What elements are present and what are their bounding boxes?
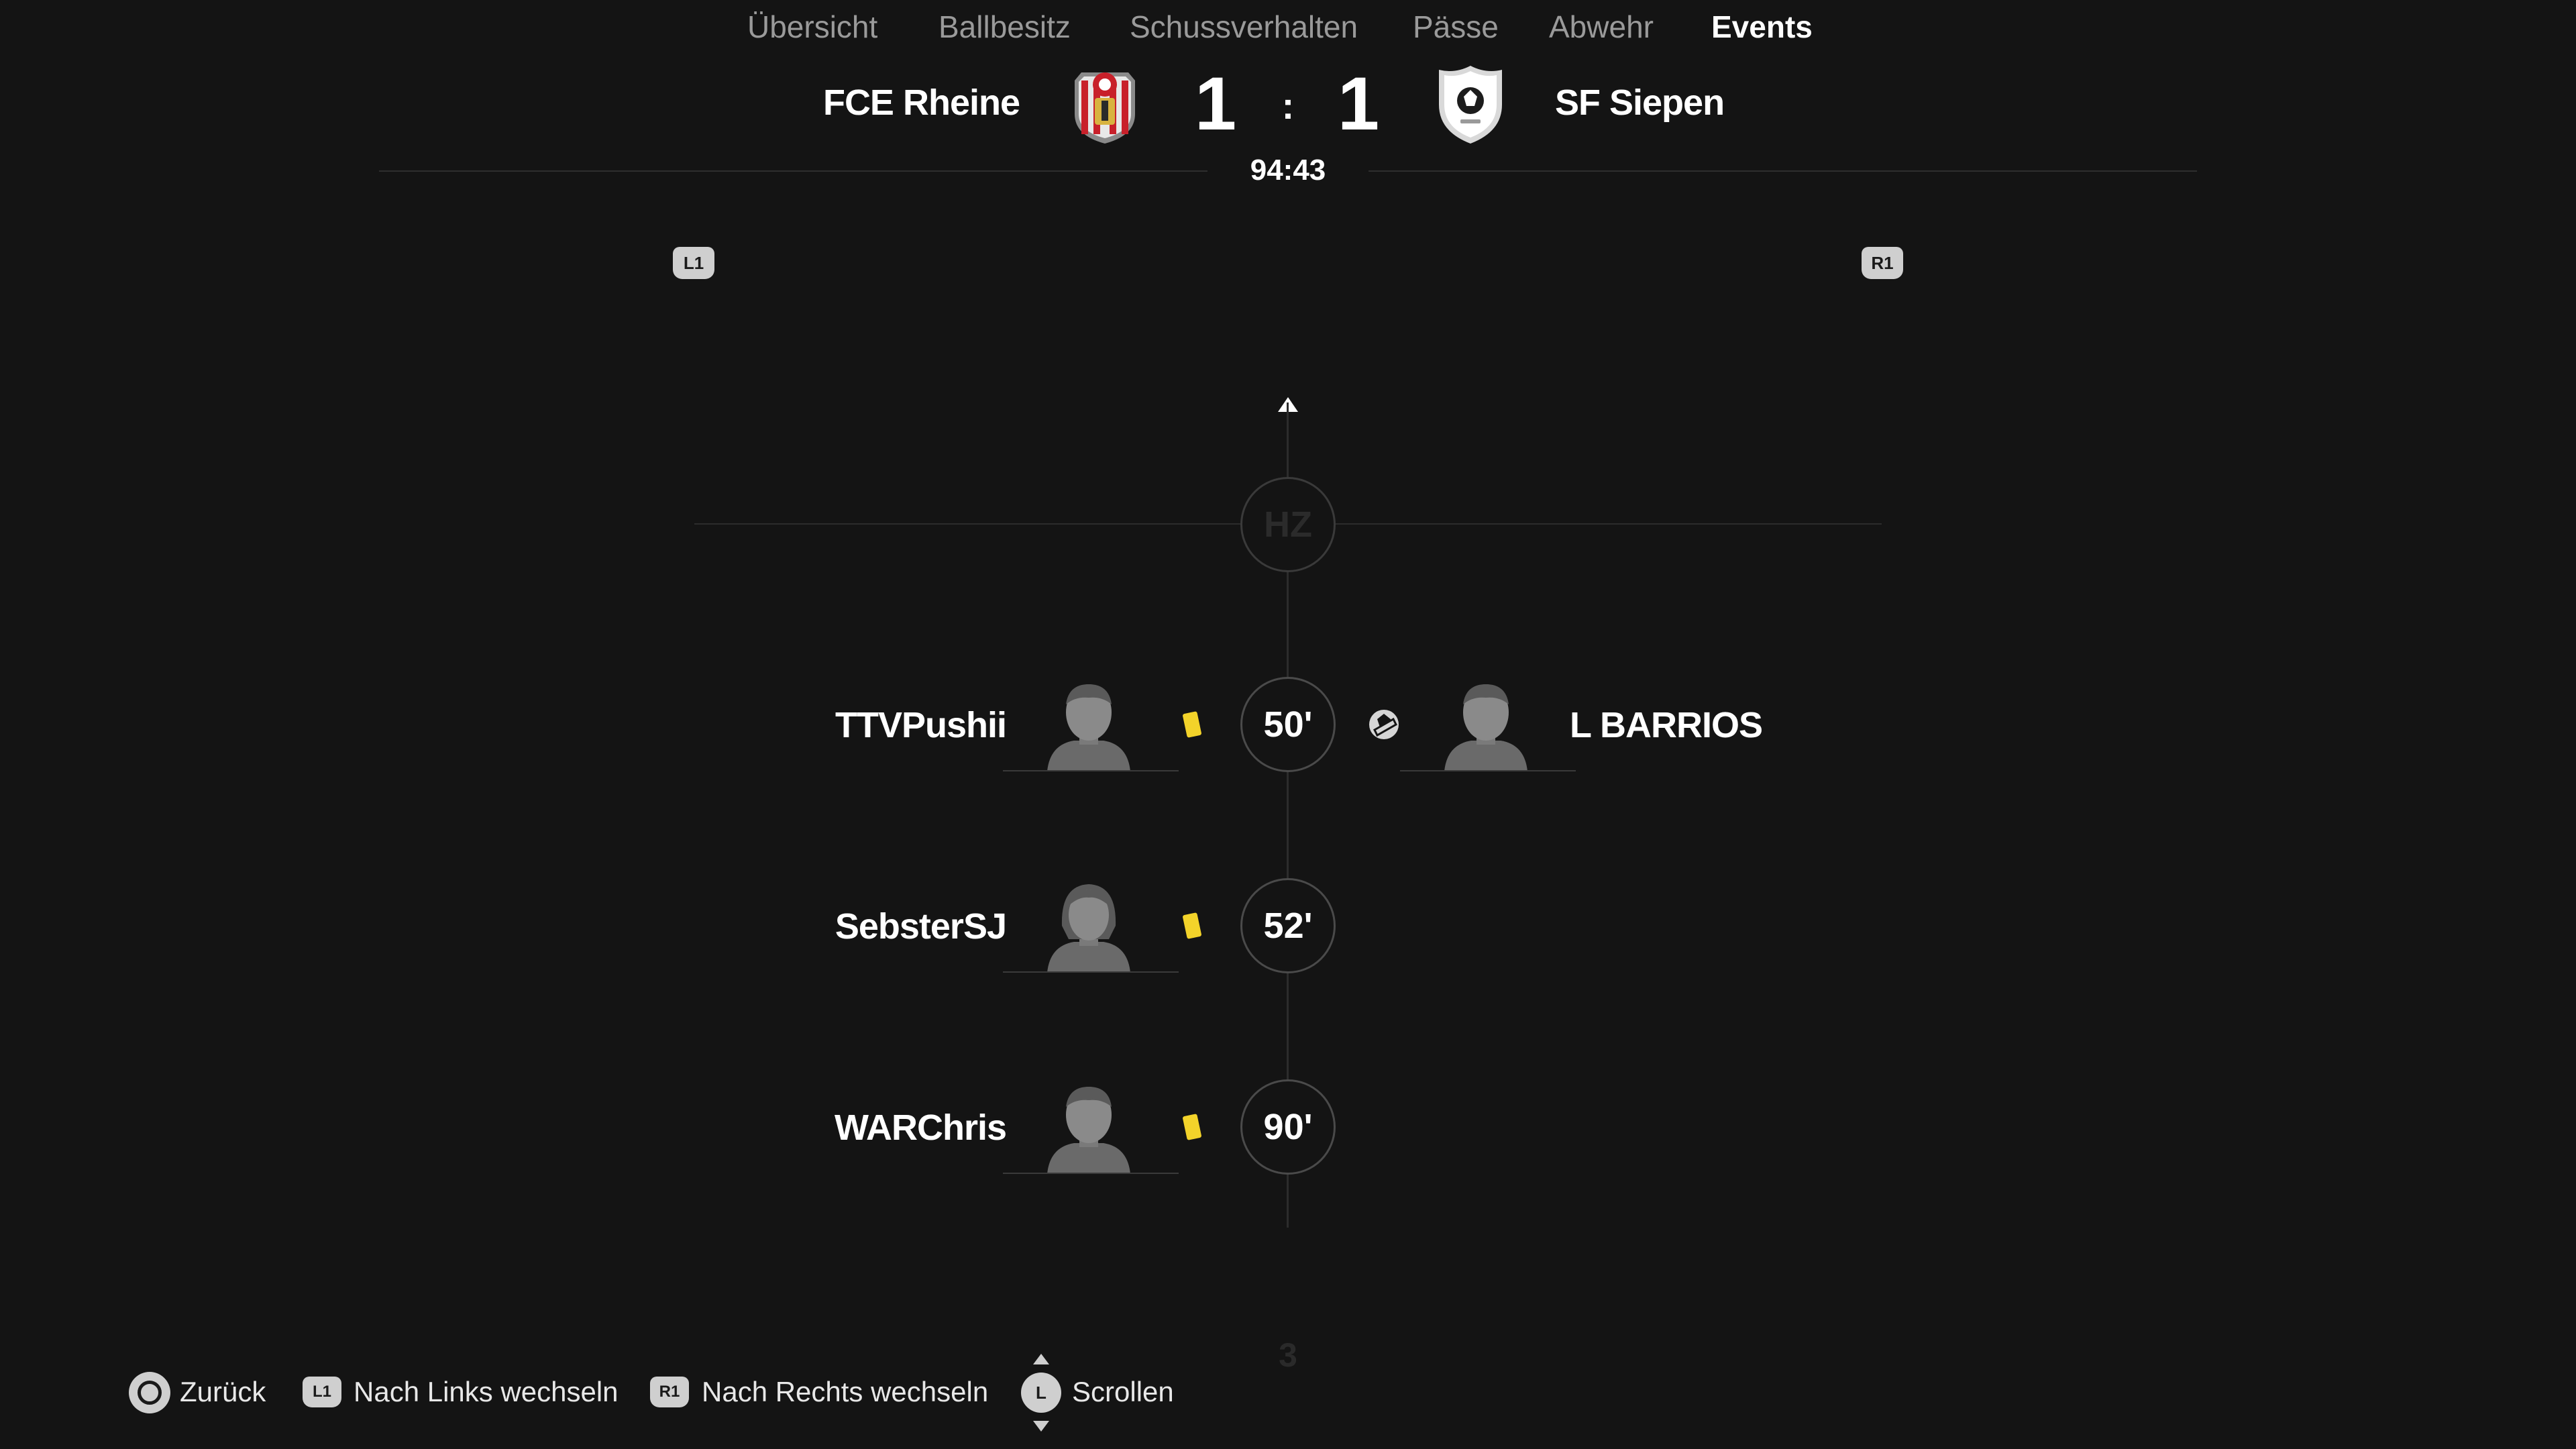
tab-events[interactable]: Events xyxy=(1711,0,1813,54)
away-team-name: SF Siepen xyxy=(1555,83,1725,123)
event-home-player-name: TTVPushii xyxy=(835,705,1007,745)
player-avatar xyxy=(1002,678,1176,771)
halftime-marker: HZ xyxy=(1240,477,1336,572)
stick-down-arrow-icon xyxy=(1033,1421,1049,1432)
scroll-label[interactable]: Scrollen xyxy=(1072,1368,1174,1415)
yellow-card-icon xyxy=(1182,711,1202,738)
switch-right-label[interactable]: Nach Rechts wechseln xyxy=(702,1368,988,1415)
home-team-crest-icon xyxy=(1061,60,1148,148)
back-label[interactable]: Zurück xyxy=(180,1368,266,1415)
tab-ballbesitz[interactable]: Ballbesitz xyxy=(938,0,1071,54)
player-avatar xyxy=(1399,678,1573,771)
event-minute-marker[interactable]: 52' xyxy=(1240,878,1336,973)
avatar-underline xyxy=(1400,770,1576,771)
event-home-player-name: SebsterSJ xyxy=(835,906,1007,947)
home-score: 1 xyxy=(1194,62,1237,146)
circle-button-ring xyxy=(138,1381,162,1405)
away-score: 1 xyxy=(1337,62,1380,146)
tab-abwehr[interactable]: Abwehr xyxy=(1549,0,1654,54)
l1-prev-tab-button[interactable]: L1 xyxy=(673,247,714,279)
event-away-player-name: L BARRIOS xyxy=(1570,705,1763,745)
avatar-underline xyxy=(1003,971,1179,973)
home-team-name: FCE Rheine xyxy=(822,83,1020,123)
match-clock: 94:43 xyxy=(1250,154,1326,186)
event-minute-marker[interactable]: 50' xyxy=(1240,677,1336,772)
player-avatar xyxy=(1002,879,1176,973)
header-divider xyxy=(1368,170,2197,172)
event-minute-marker[interactable]: 90' xyxy=(1240,1079,1336,1175)
score-separator: : xyxy=(1281,85,1295,127)
event-home-player-name: WARChris xyxy=(834,1108,1007,1148)
injury-icon xyxy=(1365,706,1403,743)
away-team-crest-icon xyxy=(1427,60,1514,148)
player-avatar xyxy=(1002,1080,1176,1174)
next-event-minute-faded: 3 xyxy=(1279,1336,1297,1374)
r1-next-tab-button[interactable]: R1 xyxy=(1862,247,1903,279)
l1-button-icon[interactable]: L1 xyxy=(303,1377,341,1407)
left-stick-icon[interactable]: L xyxy=(1021,1373,1061,1413)
avatar-underline xyxy=(1003,1173,1179,1174)
yellow-card-icon xyxy=(1182,1114,1202,1140)
tab-paesse[interactable]: Pässe xyxy=(1413,0,1499,54)
switch-left-label[interactable]: Nach Links wechseln xyxy=(354,1368,619,1415)
r1-button-icon[interactable]: R1 xyxy=(650,1377,689,1407)
yellow-card-icon xyxy=(1182,912,1202,939)
avatar-underline xyxy=(1003,770,1179,771)
stick-up-arrow-icon xyxy=(1033,1354,1049,1364)
tab-uebersicht[interactable]: Übersicht xyxy=(747,0,877,54)
header-divider xyxy=(379,170,1208,172)
tab-schussverhalten[interactable]: Schussverhalten xyxy=(1130,0,1358,54)
